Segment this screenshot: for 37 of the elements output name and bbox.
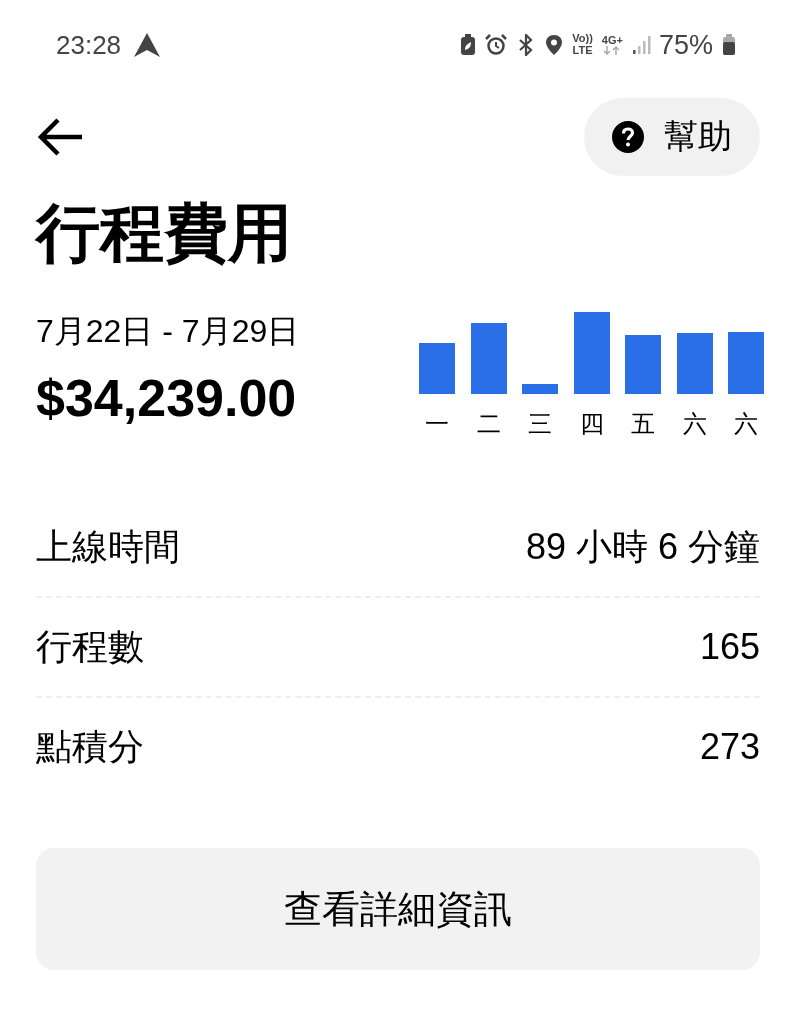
day-label: 五	[631, 409, 655, 440]
stat-label: 行程數	[36, 624, 144, 669]
view-details-button[interactable]: 查看詳細資訊	[36, 848, 760, 970]
chart-bar	[419, 343, 455, 394]
volte-indicator: Vo))	[572, 33, 593, 45]
day-label: 一	[425, 409, 449, 440]
day-label: 六	[682, 409, 707, 440]
stat-value: 165	[699, 626, 760, 668]
alarm-clock-icon	[485, 34, 508, 56]
day-label: 四	[579, 409, 604, 440]
stat-label: 上線時間	[36, 524, 180, 569]
page-title: 行程費用	[36, 195, 293, 272]
chart-bar	[522, 384, 558, 394]
stat-value: 89 小時 6 分鐘	[525, 524, 760, 569]
chart-bar	[470, 323, 507, 394]
signal-icon	[631, 35, 652, 55]
chart-bar	[728, 331, 764, 394]
stat-value: 273	[699, 726, 760, 768]
back-arrow-icon[interactable]	[36, 117, 84, 157]
date-range: 7月22日 - 7月29日	[36, 312, 300, 351]
day-label: 二	[476, 409, 501, 440]
battery-icon	[722, 34, 736, 56]
help-icon	[612, 121, 644, 153]
battery-saver-icon	[460, 34, 477, 56]
lte-indicator: LTE	[572, 45, 593, 57]
earnings-amount: $34,239.00	[36, 368, 298, 428]
stat-label: 點積分	[36, 724, 144, 769]
day-label: 六	[734, 409, 758, 440]
battery-percent: 75%	[658, 29, 713, 61]
navigation-arrow-icon	[133, 32, 162, 58]
location-pin-icon	[545, 34, 564, 56]
chart-bar	[676, 333, 713, 394]
chart-bar	[625, 334, 661, 394]
status-time: 23:28	[56, 29, 122, 61]
day-label: 三	[528, 409, 552, 440]
help-button[interactable]: 幫助	[584, 98, 760, 176]
network-type: 4G+	[601, 34, 623, 47]
